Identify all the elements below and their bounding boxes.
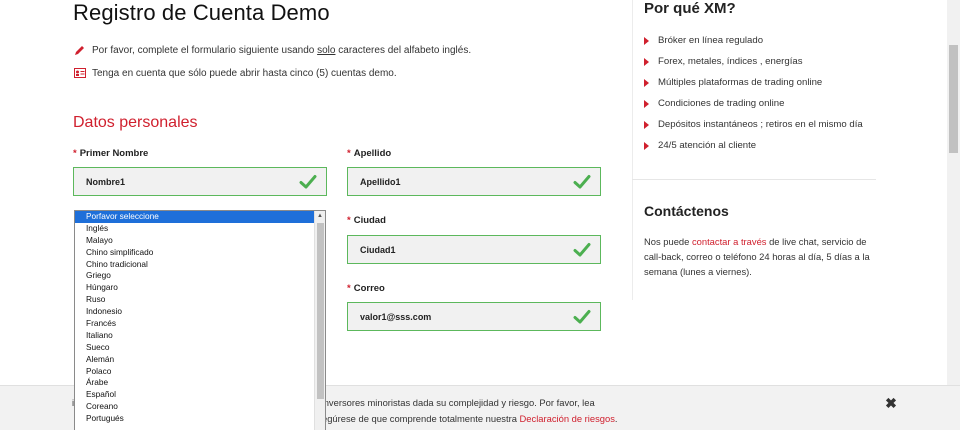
pencil-icon xyxy=(73,44,86,56)
scroll-up-icon[interactable]: ▲ xyxy=(315,211,325,222)
dropdown-option[interactable]: Coreano xyxy=(75,401,325,413)
why-item: Bróker en línea regulado xyxy=(644,30,863,51)
sidebar-divider-vertical xyxy=(632,0,633,300)
why-item: Condiciones de trading online xyxy=(644,93,863,114)
dropdown-scrollbar[interactable]: ▲ xyxy=(314,211,325,430)
dropdown-option[interactable]: Italiano xyxy=(75,330,325,342)
bullet-arrow-icon xyxy=(644,141,649,150)
dropdown-option[interactable]: Sueco xyxy=(75,342,325,354)
dropdown-option[interactable]: Árabe xyxy=(75,377,325,389)
english-only-note: Por favor, complete el formulario siguie… xyxy=(73,44,471,56)
why-item: 24/5 atención al cliente xyxy=(644,135,863,156)
dropdown-option[interactable]: Ruso xyxy=(75,294,325,306)
note1-text: Por favor, complete el formulario siguie… xyxy=(92,44,472,56)
risk-declaration-link[interactable]: Declaración de riesgos xyxy=(520,413,615,424)
check-icon xyxy=(573,175,591,189)
id-card-icon xyxy=(73,67,86,79)
first-name-field[interactable]: Nombre1 xyxy=(73,167,327,196)
note2-text: Tenga en cuenta que sólo puede abrir has… xyxy=(92,67,397,79)
contact-link[interactable]: contactar a través xyxy=(692,236,767,247)
dropdown-scrollbar-thumb[interactable] xyxy=(317,223,324,399)
first-name-value: Nombre1 xyxy=(86,176,126,187)
contact-title: Contáctenos xyxy=(644,203,729,219)
why-item: Múltiples plataformas de trading online xyxy=(644,72,863,93)
sidebar-divider xyxy=(632,179,876,180)
dropdown-option[interactable]: Inglés xyxy=(75,223,325,235)
last-name-value: Apellido1 xyxy=(360,176,401,187)
dropdown-option[interactable]: Polaco xyxy=(75,366,325,378)
dropdown-option[interactable]: Alemán xyxy=(75,354,325,366)
why-item: Forex, metales, índices , energías xyxy=(644,51,863,72)
page-title: Registro de Cuenta Demo xyxy=(73,0,330,25)
close-icon[interactable]: ✖ xyxy=(884,396,898,410)
last-name-field[interactable]: Apellido1 xyxy=(347,167,601,196)
email-field[interactable]: valor1@sss.com xyxy=(347,302,601,331)
language-dropdown-list[interactable]: Porfavor seleccione Inglés Malayo Chino … xyxy=(74,210,326,430)
why-xm-title: Por qué XM? xyxy=(644,0,736,17)
dropdown-option[interactable]: Húngaro xyxy=(75,282,325,294)
page-scrollbar-thumb[interactable] xyxy=(949,45,958,153)
why-xm-list: Bróker en línea regulado Forex, metales,… xyxy=(644,30,863,156)
dropdown-option-selected[interactable]: Porfavor seleccione xyxy=(75,211,325,223)
page-scrollbar[interactable] xyxy=(947,0,960,385)
first-name-label: * Primer Nombre xyxy=(73,148,149,159)
bullet-arrow-icon xyxy=(644,78,649,87)
last-name-label: * Apellido xyxy=(347,148,392,159)
dropdown-option[interactable]: Griego xyxy=(75,270,325,282)
email-value: valor1@sss.com xyxy=(360,311,432,322)
city-value: Ciudad1 xyxy=(360,244,396,255)
bullet-arrow-icon xyxy=(644,120,649,129)
bullet-arrow-icon xyxy=(644,36,649,45)
check-icon xyxy=(299,175,317,189)
dropdown-option[interactable]: Portugués xyxy=(75,413,325,425)
contact-text: Nos puede contactar a través de live cha… xyxy=(644,236,870,277)
dropdown-option[interactable]: Chino tradicional xyxy=(75,259,325,271)
demo-limit-note: Tenga en cuenta que sólo puede abrir has… xyxy=(73,67,397,79)
dropdown-option[interactable]: Chino simplificado xyxy=(75,247,325,259)
dropdown-option[interactable]: Francés xyxy=(75,318,325,330)
dropdown-option[interactable]: Malayo xyxy=(75,235,325,247)
city-label: * Ciudad xyxy=(347,215,386,226)
section-title-personal-data: Datos personales xyxy=(73,114,198,131)
check-icon xyxy=(573,243,591,257)
dropdown-option[interactable]: Indonesio xyxy=(75,306,325,318)
why-item: Depósitos instantáneos ; retiros en el m… xyxy=(644,114,863,135)
dropdown-option[interactable]: Español xyxy=(75,389,325,401)
city-field[interactable]: Ciudad1 xyxy=(347,235,601,264)
bullet-arrow-icon xyxy=(644,99,649,108)
bullet-arrow-icon xyxy=(644,57,649,66)
check-icon xyxy=(573,310,591,324)
email-label: * Correo xyxy=(347,283,385,294)
